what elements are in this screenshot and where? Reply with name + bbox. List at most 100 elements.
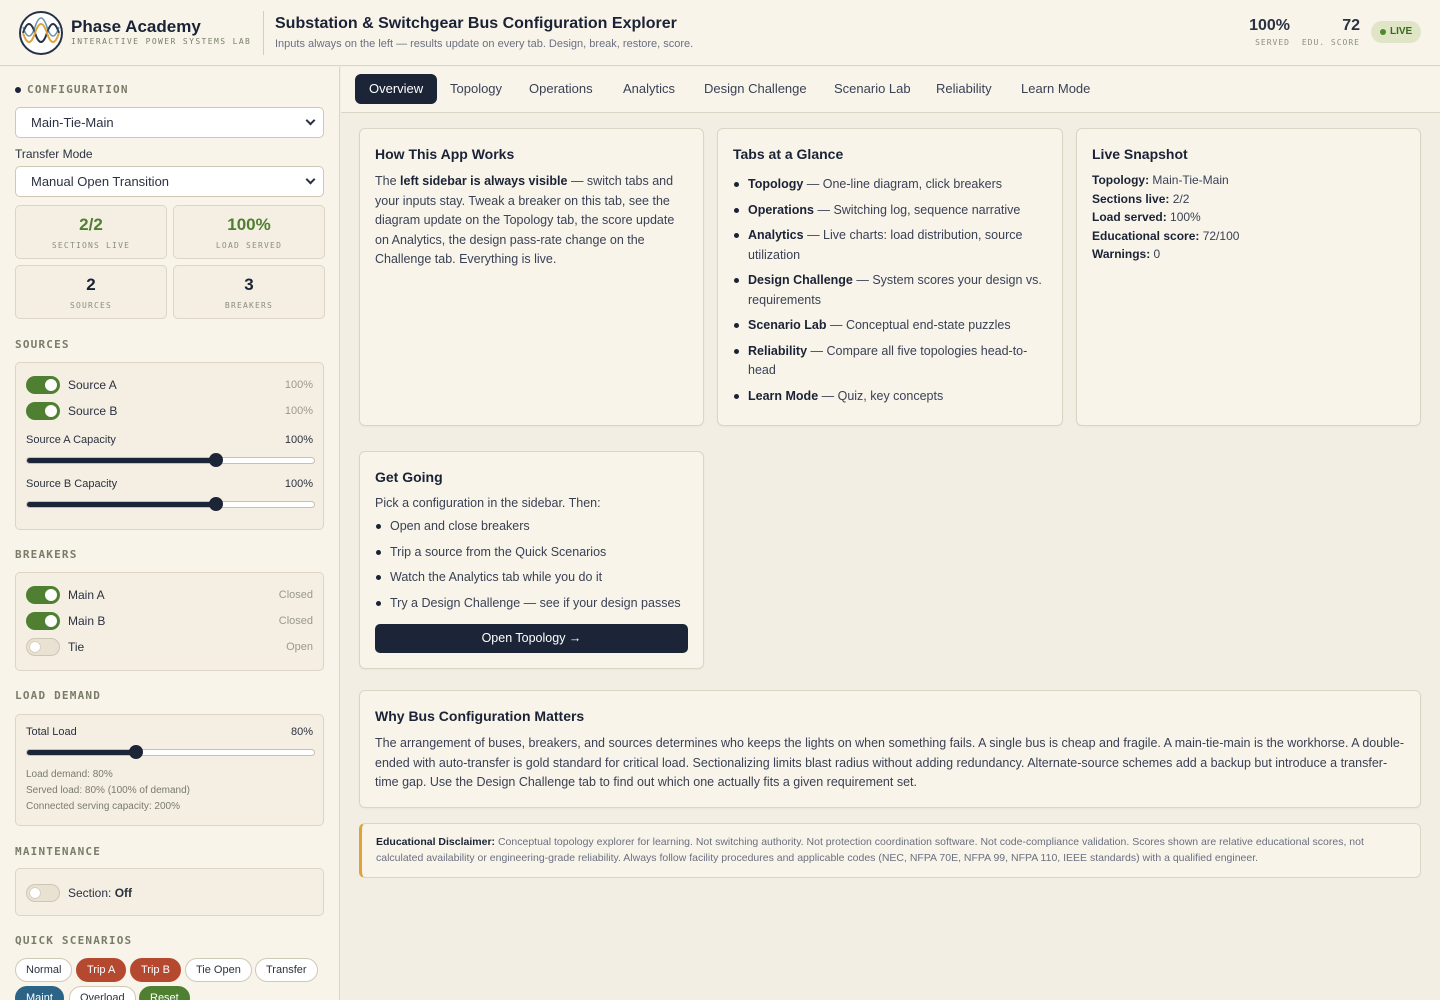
tab-topology[interactable]: Topology: [436, 74, 516, 104]
tab-design-challenge[interactable]: Design Challenge: [690, 74, 821, 104]
scenario-normal-button[interactable]: Normal: [15, 958, 73, 982]
edu-score-stat: 72 EDU. SCORE: [1298, 17, 1360, 47]
slider-thumb[interactable]: [209, 453, 224, 467]
item-name: Operations: [748, 202, 814, 217]
source-a-toggle[interactable]: [26, 376, 60, 394]
item-name: Scenario Lab: [748, 318, 827, 332]
edu-score-label: EDU. SCORE: [1301, 38, 1360, 47]
scenario-transfer-button[interactable]: Transfer: [255, 958, 318, 982]
page-title: Substation & Switchgear Bus Configuratio…: [275, 15, 677, 32]
bullet-dot-icon: [15, 87, 21, 93]
scenario-reset-button[interactable]: Reset: [139, 986, 190, 1000]
sources-section-title: SOURCES: [15, 338, 70, 351]
list-item: Analytics — Live charts: load distributi…: [733, 226, 1045, 265]
kpi-label: LOAD SERVED: [215, 241, 283, 250]
scenario-tie-open-button[interactable]: Tie Open: [185, 958, 252, 982]
why-bus-config-text: The arrangement of buses, breakers, and …: [375, 736, 1405, 789]
brand-tagline: INTERACTIVE POWER SYSTEMS LAB: [71, 37, 252, 46]
load-demand-section-title: LOAD DEMAND: [15, 689, 102, 702]
scenario-trip-a-button[interactable]: Trip A: [76, 958, 127, 982]
kpi-value: 3: [244, 275, 254, 294]
source-a-label: Source A: [68, 378, 117, 392]
live-dot-icon: [1380, 29, 1386, 35]
main-b-state: Closed: [278, 615, 313, 627]
how-it-works-card: How This App Works The left sidebar is a…: [359, 128, 704, 426]
list-item: Reliability — Compare all five topologie…: [733, 342, 1045, 381]
quick-scenarios-section-title: QUICK SCENARIOS: [15, 934, 133, 947]
tab-scenario-lab[interactable]: Scenario Lab: [820, 74, 925, 104]
live-badge: LIVE: [1371, 21, 1421, 43]
get-going-list: Open and close breakers Trip a source fr…: [375, 517, 695, 613]
main-b-breaker-toggle[interactable]: [26, 612, 60, 630]
item-desc: — Switching log, sequence narrative: [814, 202, 1021, 217]
slider-fill: [27, 750, 137, 755]
served-load-note: Served load: 80% (100% of demand): [26, 785, 190, 796]
tabs-glance-list: Topology — One-line diagram, click break…: [733, 175, 1045, 406]
list-item: Design Challenge — System scores your de…: [733, 271, 1045, 310]
card-title: Why Bus Configuration Matters: [375, 708, 585, 724]
chevron-down-icon: [305, 115, 316, 126]
scenario-trip-b-button[interactable]: Trip B: [130, 958, 181, 982]
tab-bar: Overview Topology Operations Analytics D…: [341, 67, 1440, 113]
snapshot-key: Load served:: [1092, 210, 1167, 224]
tab-overview[interactable]: Overview: [355, 74, 438, 104]
served-label: SERVED: [1255, 38, 1290, 47]
slider-thumb[interactable]: [209, 497, 224, 511]
toggle-knob: [29, 887, 41, 899]
item-name: Analytics: [748, 228, 804, 242]
disclaimer-label: Educational Disclaimer:: [376, 836, 496, 848]
served-stat: 100% SERVED: [1240, 17, 1290, 47]
kpi-sources: 2 SOURCES: [15, 265, 167, 319]
toggle-knob: [45, 615, 57, 627]
get-going-card: Get Going Pick a configuration in the si…: [359, 451, 704, 669]
card-title: Live Snapshot: [1092, 146, 1188, 162]
snapshot-value: 100%: [1166, 210, 1201, 224]
list-item: Watch the Analytics tab while you do it: [375, 568, 695, 587]
served-value: 100%: [1249, 17, 1290, 34]
disclaimer-text: Conceptual topology explorer for learnin…: [376, 836, 1364, 864]
total-load-slider[interactable]: [26, 745, 315, 759]
snapshot-row: Sections live: 2/2: [1092, 190, 1239, 209]
open-topology-button[interactable]: Open Topology →: [375, 624, 688, 653]
chevron-down-icon: [305, 174, 316, 185]
sidebar: CONFIGURATION Main-Tie-Main Transfer Mod…: [0, 67, 340, 1000]
tab-operations[interactable]: Operations: [515, 74, 607, 104]
configuration-section-title: CONFIGURATION: [27, 83, 129, 96]
list-item: Learn Mode — Quiz, key concepts: [733, 387, 1045, 407]
transfer-mode-select[interactable]: Manual Open Transition: [15, 166, 324, 197]
breakers-panel: Main A Closed Main B Closed Tie Open: [15, 572, 324, 671]
snapshot-value: 0: [1150, 247, 1161, 261]
maintenance-prefix: Section:: [68, 886, 112, 900]
main-a-label: Main A: [68, 588, 105, 602]
scenario-maint-button[interactable]: Maint: [15, 986, 64, 1000]
source-b-capacity-label: Source B Capacity: [26, 478, 118, 490]
maintenance-section-title: MAINTENANCE: [15, 845, 102, 858]
tie-breaker-toggle[interactable]: [26, 638, 60, 656]
source-b-toggle[interactable]: [26, 402, 60, 420]
scenario-overload-button[interactable]: Overload: [69, 986, 136, 1000]
app-header: Phase Academy INTERACTIVE POWER SYSTEMS …: [0, 0, 1440, 66]
total-load-value: 80%: [290, 726, 313, 738]
source-b-capacity-slider[interactable]: [26, 497, 315, 511]
snapshot-value: 2/2: [1169, 191, 1190, 206]
source-b-capacity-value: 100%: [284, 478, 313, 490]
serving-capacity-note: Connected serving capacity: 200%: [26, 801, 180, 812]
slider-thumb[interactable]: [129, 745, 144, 759]
snapshot-value: 72/100: [1199, 228, 1240, 243]
live-badge-label: LIVE: [1390, 26, 1413, 37]
tie-label: Tie: [68, 640, 85, 654]
configuration-select[interactable]: Main-Tie-Main: [15, 107, 324, 138]
tab-reliability[interactable]: Reliability: [922, 74, 1006, 104]
tab-learn-mode[interactable]: Learn Mode: [1007, 74, 1104, 104]
maintenance-toggle[interactable]: [26, 884, 60, 902]
tab-analytics[interactable]: Analytics: [609, 74, 689, 104]
main-a-breaker-toggle[interactable]: [26, 586, 60, 604]
header-divider: [263, 11, 264, 55]
configuration-select-value: Main-Tie-Main: [31, 115, 114, 130]
source-a-value: 100%: [284, 379, 313, 391]
source-a-capacity-slider[interactable]: [26, 453, 315, 467]
card-title: Get Going: [375, 469, 443, 485]
snapshot-key: Educational score:: [1092, 228, 1200, 243]
kpi-label: SECTIONS LIVE: [51, 241, 131, 250]
transfer-mode-select-value: Manual Open Transition: [31, 174, 170, 189]
